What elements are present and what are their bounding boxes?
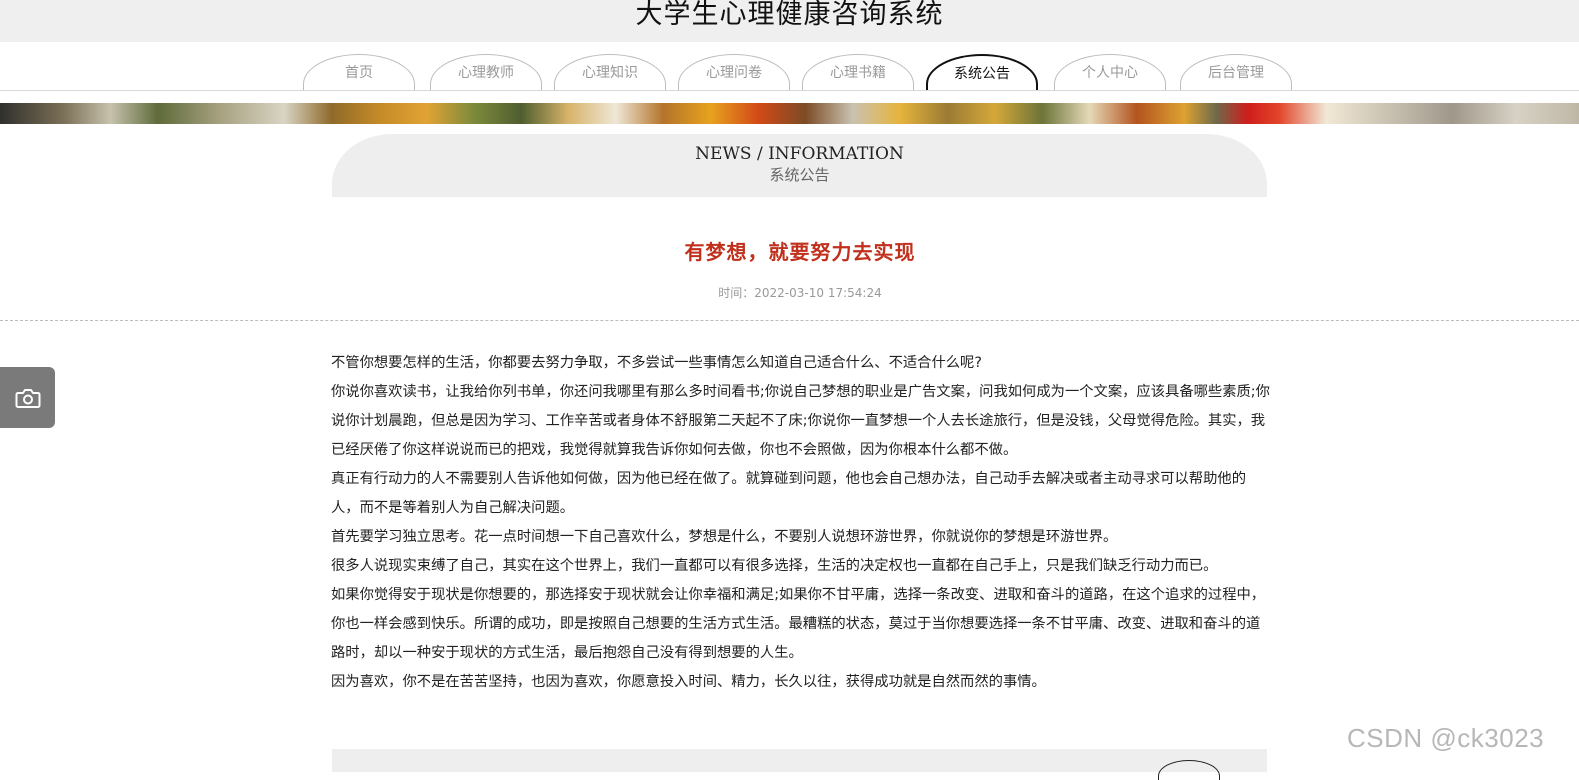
article-title: 有梦想，就要努力去实现	[684, 240, 916, 264]
tab-home[interactable]: 首页	[303, 54, 415, 90]
article-paragraph: 如果你觉得安于现状是你想要的，那选择安于现状就会让你幸福和满足;如果你不甘平庸，…	[331, 587, 1266, 661]
tab-psych-survey[interactable]: 心理问卷	[678, 54, 790, 90]
article-paragraph: 因为喜欢，你不是在苦苦坚持，也因为喜欢，你愿意投入时间、精力，长久以往，获得成功…	[331, 674, 1046, 690]
section-header: NEWS / INFORMATION 系统公告	[332, 134, 1267, 197]
camera-button[interactable]	[0, 367, 55, 428]
watermark: CSDN @ck3023	[1347, 723, 1545, 753]
section-title-cn: 系统公告	[769, 166, 830, 184]
article-paragraph: 首先要学习独立思考。花一点时间想一下自己喜欢什么，梦想是什么，不要别人说想环游世…	[331, 529, 1118, 545]
article-paragraph: 你说你喜欢读书，让我给你列书单，你还问我哪里有那么多时间看书;你说自己梦想的职业…	[331, 384, 1270, 458]
dashed-divider	[0, 320, 1579, 321]
tab-psych-teachers[interactable]: 心理教师	[430, 54, 542, 90]
main-nav: 首页 心理教师 心理知识 心理问卷 心理书籍 系统公告 个人中心 后台管理	[303, 54, 1303, 92]
tab-personal-center[interactable]: 个人中心	[1054, 54, 1166, 90]
article-paragraph: 很多人说现实束缚了自己，其实在这个世界上，我们一直都可以有很多选择，生活的决定权…	[331, 558, 1218, 574]
site-title: 大学生心理健康咨询系统	[635, 0, 944, 30]
tab-psych-books[interactable]: 心理书籍	[802, 54, 914, 90]
article-body: 不管你想要怎样的生活，你都要去努力争取，不多尝试一些事情怎么知道自己适合什么、不…	[331, 349, 1271, 697]
article-paragraph: 真正有行动力的人不需要别人告诉他如何做，因为他已经在做了。就算碰到问题，他也会自…	[331, 471, 1246, 516]
banner-image	[0, 103, 1579, 124]
camera-icon	[15, 388, 40, 408]
site-header: 大学生心理健康咨询系统	[0, 0, 1579, 42]
tab-psych-knowledge[interactable]: 心理知识	[554, 54, 666, 90]
next-section-header	[332, 749, 1267, 772]
section-title-en: NEWS / INFORMATION	[695, 144, 904, 164]
tab-admin[interactable]: 后台管理	[1180, 54, 1292, 90]
tab-announcements[interactable]: 系统公告	[926, 54, 1038, 90]
article-time: 时间：2022-03-10 17:54:24	[718, 286, 882, 300]
article-paragraph: 不管你想要怎样的生活，你都要去努力争取，不多尝试一些事情怎么知道自己适合什么、不…	[331, 355, 982, 371]
